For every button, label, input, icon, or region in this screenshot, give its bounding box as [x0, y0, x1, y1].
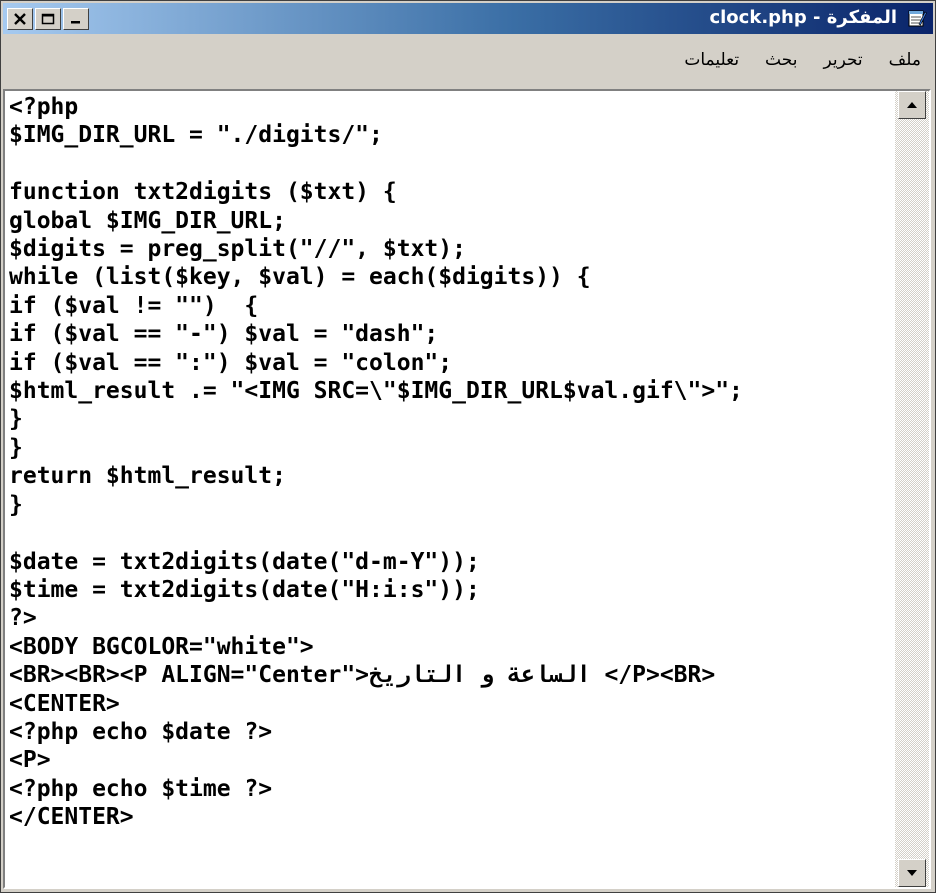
minimize-icon	[71, 21, 80, 24]
code-line: <?php echo $date ?>	[9, 718, 273, 745]
code-line: <?php echo $time ?>	[9, 775, 273, 802]
code-line: $digits = preg_split("//", $txt);	[9, 236, 466, 263]
code-line: }	[9, 491, 23, 518]
scroll-up-button[interactable]	[898, 91, 926, 119]
menu-edit[interactable]: تحرير	[823, 50, 862, 70]
code-line: }	[9, 434, 23, 461]
code-line: <P>	[9, 747, 51, 774]
code-line: if ($val != "") {	[9, 292, 259, 319]
maximize-button[interactable]	[35, 8, 61, 30]
code-line: $time = txt2digits(date("H:i:s"));	[9, 576, 480, 603]
code-line: while (list($key, $val) = each($digits))…	[9, 264, 591, 291]
code-line: $IMG_DIR_URL = "./digits/";	[9, 122, 383, 149]
menu-search[interactable]: بحث	[765, 50, 797, 70]
window-title: المفكرة - clock.php	[709, 7, 897, 28]
scroll-down-arrow-icon	[907, 870, 917, 876]
maximize-icon	[41, 13, 55, 25]
code-line: function txt2digits ($txt) {	[9, 179, 397, 206]
code-line: return $html_result;	[9, 463, 286, 490]
close-button[interactable]	[7, 8, 33, 30]
notepad-icon	[908, 10, 927, 27]
window-controls	[7, 8, 89, 30]
menu-file[interactable]: ملف	[889, 50, 921, 70]
code-line: <CENTER>	[9, 690, 120, 717]
code-line: global $IMG_DIR_URL;	[9, 207, 286, 234]
code-line: if ($val == ":") $val = "colon";	[9, 349, 453, 376]
code-line: <BR><BR><P ALIGN="Center">الساعة و التار…	[9, 662, 716, 689]
code-line: if ($val == "-") $val = "dash";	[9, 321, 439, 348]
code-line: }	[9, 406, 23, 433]
menu-bar: ملف تحرير بحث تعليمات	[3, 36, 933, 84]
code-line: $date = txt2digits(date("d-m-Y"));	[9, 548, 480, 575]
code-line: ?>	[9, 605, 37, 632]
minimize-button[interactable]	[63, 8, 89, 30]
code-line: $html_result .= "<IMG SRC=\"$IMG_DIR_URL…	[9, 378, 743, 405]
menu-help[interactable]: تعليمات	[684, 50, 739, 70]
vertical-scrollbar[interactable]	[895, 91, 929, 887]
close-icon	[14, 13, 26, 25]
scroll-up-arrow-icon	[907, 102, 917, 108]
code-line: <BODY BGCOLOR="white">	[9, 633, 314, 660]
title-bar[interactable]: المفكرة - clock.php	[3, 3, 933, 34]
notepad-window: المفكرة - clock.php ملف تحرير بحث تعليما…	[0, 0, 936, 893]
code-line: </CENTER>	[9, 804, 134, 831]
text-editor[interactable]: <?php $IMG_DIR_URL = "./digits/"; functi…	[9, 93, 895, 883]
editor-text: <?php $IMG_DIR_URL = "./digits/"; functi…	[9, 93, 895, 832]
scroll-down-button[interactable]	[898, 859, 926, 887]
code-line: <?php	[9, 94, 79, 120]
editor-frame: <?php $IMG_DIR_URL = "./digits/"; functi…	[3, 89, 931, 889]
